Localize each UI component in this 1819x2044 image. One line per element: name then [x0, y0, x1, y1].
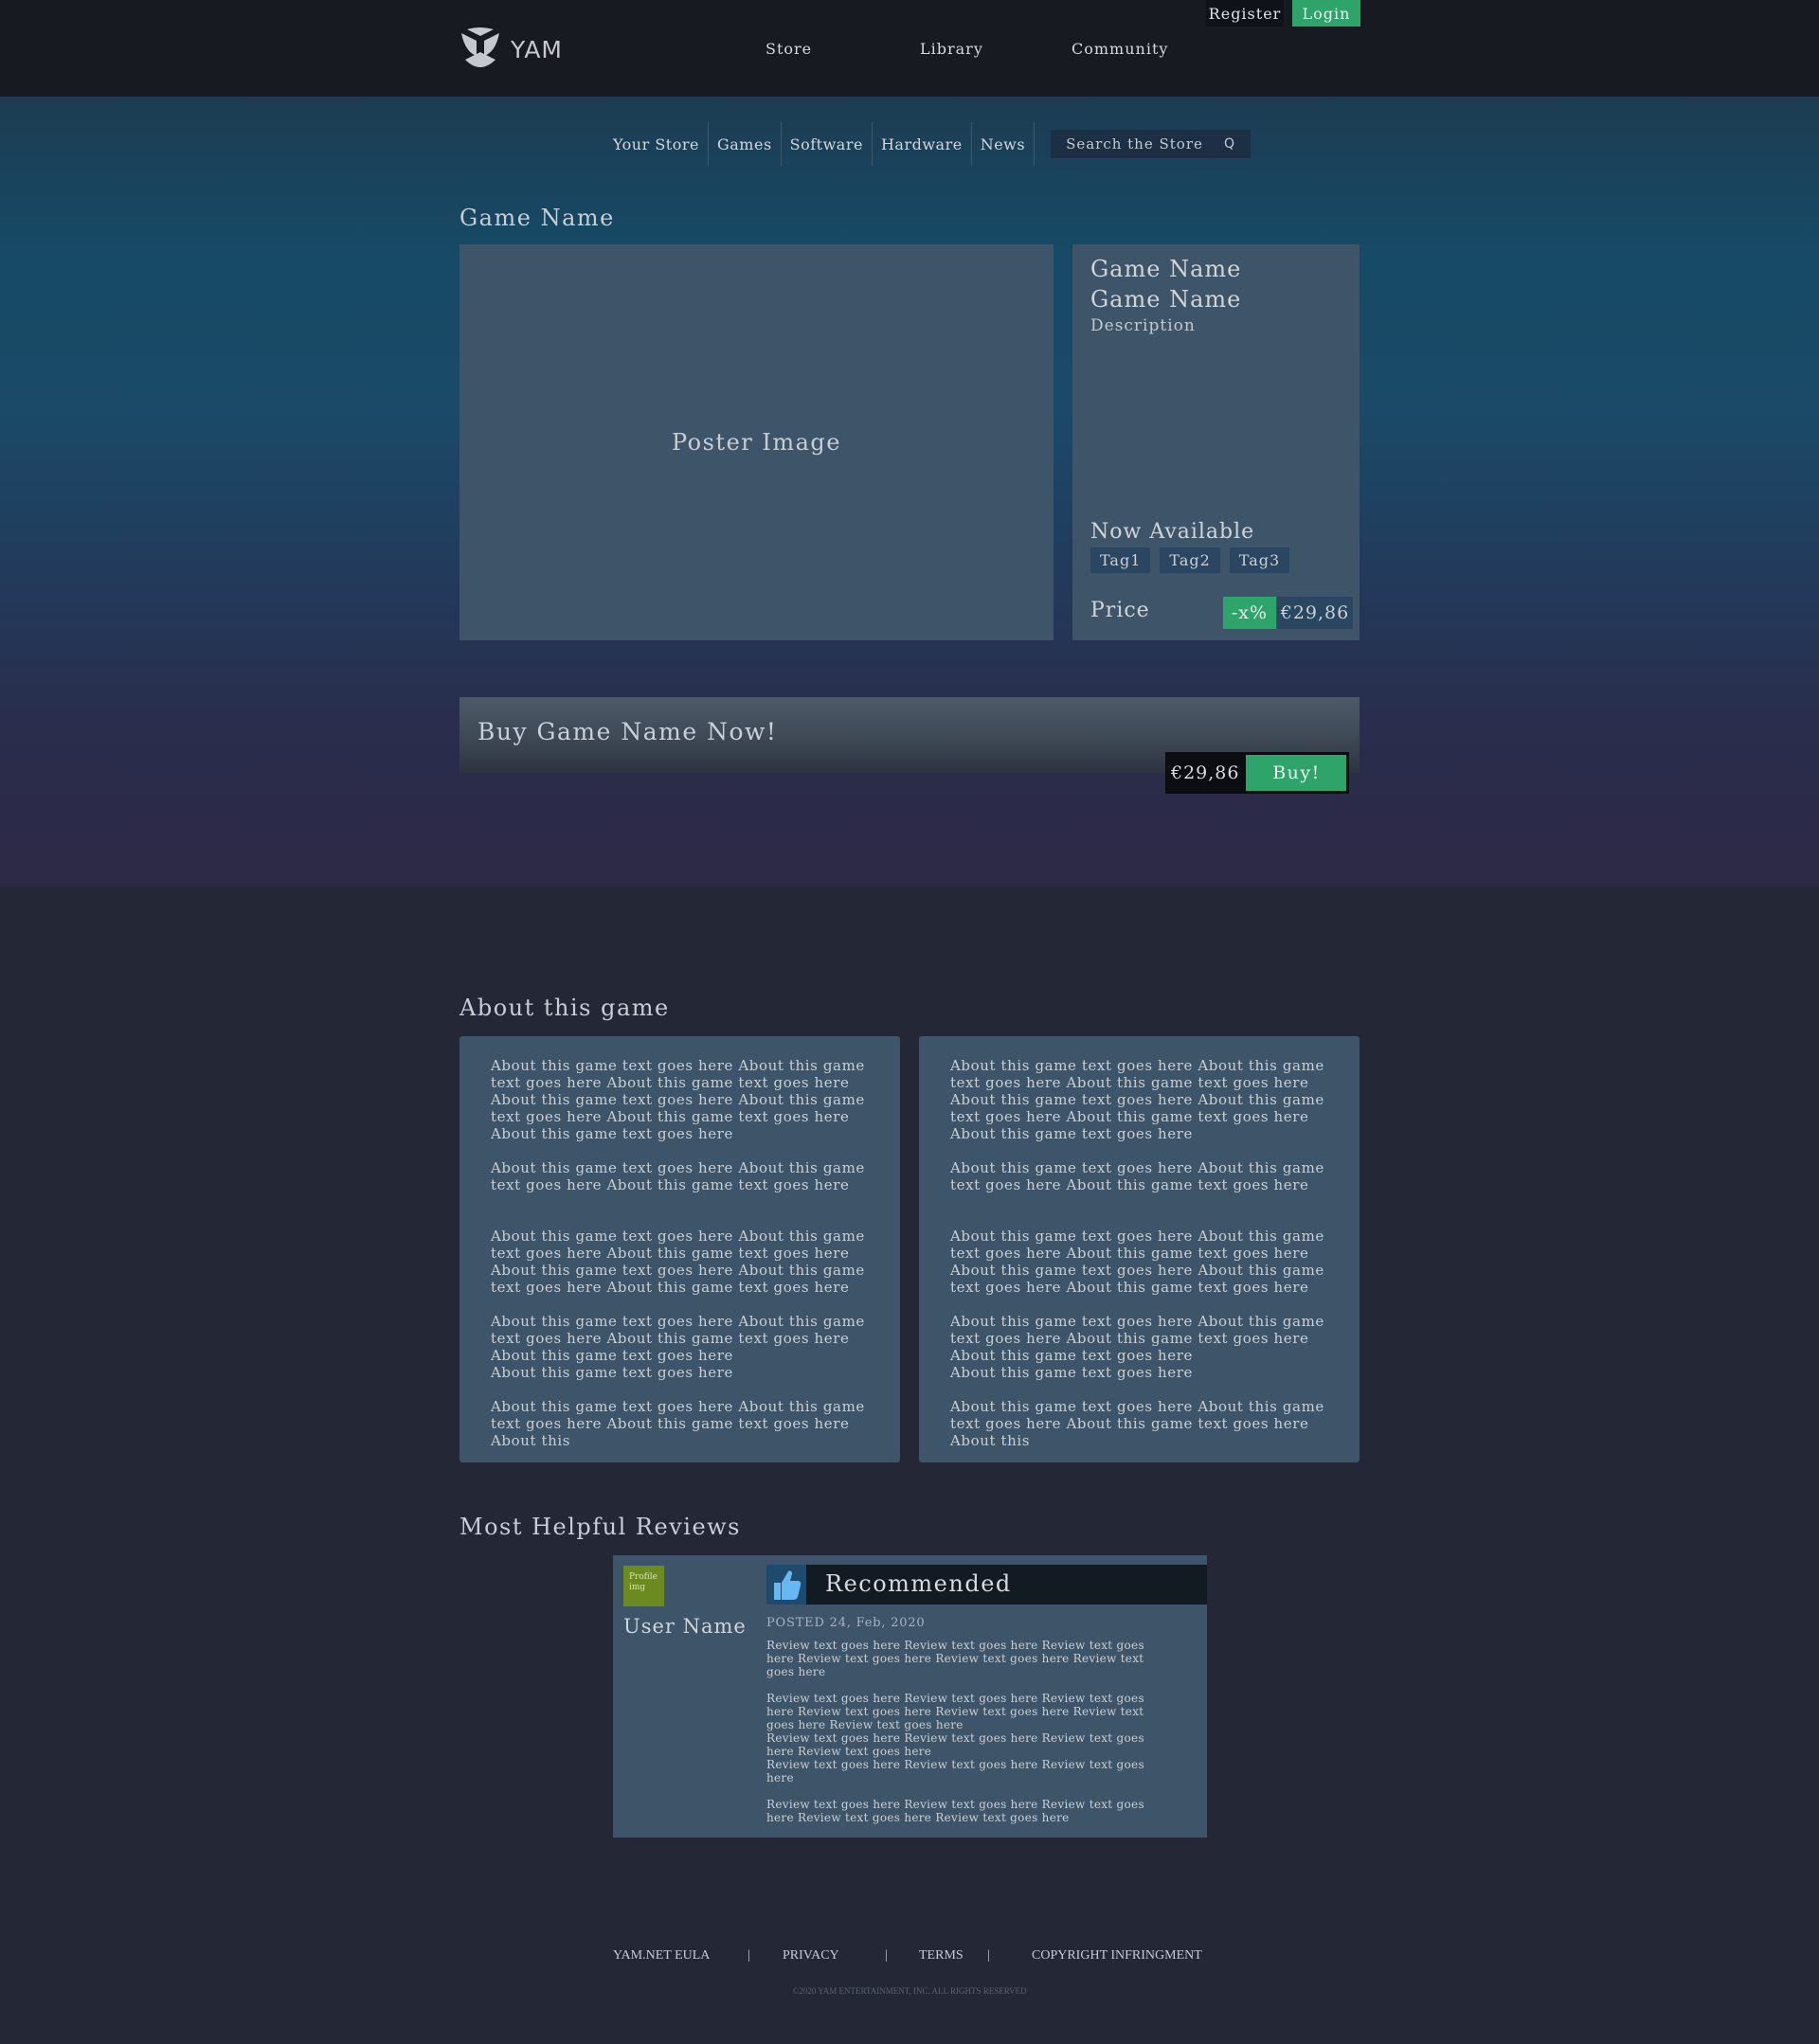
about-paragraph: About this game text goes here About thi…: [491, 1159, 865, 1193]
price-value: €29,86: [1277, 597, 1353, 629]
search-input[interactable]: Search the Store Q: [1051, 130, 1252, 158]
purchase-box: €29,86 Buy!: [1165, 752, 1350, 794]
subnav-your-store[interactable]: Your Store: [606, 122, 709, 166]
footer-link-copyright[interactable]: COPYRIGHT INFRINGMENT: [1032, 1948, 1202, 1963]
yam-logo-icon: [461, 27, 499, 67]
top-bar: YAM Store Library Community Register Log…: [0, 0, 1819, 97]
footer-separator: |: [987, 1948, 990, 1963]
poster-image[interactable]: Poster Image: [459, 244, 1054, 640]
search-icon[interactable]: Q: [1224, 136, 1235, 152]
nav-community[interactable]: Community: [1072, 40, 1168, 58]
review-paragraph: Review text goes here Review text goes h…: [766, 1758, 1144, 1784]
tag-list: Tag1 Tag2 Tag3: [1090, 547, 1290, 573]
buy-price: €29,86: [1171, 762, 1240, 783]
game-title: Game Name Game Name: [1090, 254, 1241, 314]
search-placeholder: Search the Store: [1066, 135, 1203, 152]
thumbs-up-icon: [766, 1565, 806, 1605]
availability-status: Now Available: [1090, 520, 1255, 544]
subnav-news[interactable]: News: [972, 122, 1036, 166]
review-card: Profile img User Name Recommended POSTED…: [613, 1555, 1207, 1838]
footer-link-privacy[interactable]: PRIVACY: [783, 1948, 839, 1963]
page-title: Game Name: [459, 205, 615, 231]
login-button[interactable]: Login: [1292, 0, 1360, 27]
review-paragraph: Review text goes here Review text goes h…: [766, 1731, 1144, 1758]
footer-link-eula[interactable]: YAM.NET EULA: [613, 1948, 710, 1963]
register-button[interactable]: Register: [1206, 0, 1284, 27]
about-paragraph: About this game text goes here About thi…: [950, 1313, 1324, 1364]
footer-link-terms[interactable]: TERMS: [919, 1948, 964, 1963]
review-paragraph: Review text goes here Review text goes h…: [766, 1639, 1144, 1678]
tag[interactable]: Tag1: [1090, 547, 1151, 573]
about-paragraph: About this game text goes here: [491, 1364, 734, 1381]
reviews-title: Most Helpful Reviews: [459, 1514, 741, 1540]
review-user-name[interactable]: User Name: [623, 1615, 747, 1638]
review-body: Review text goes here Review text goes h…: [766, 1639, 1174, 1838]
about-paragraph: About this game text goes here About thi…: [950, 1057, 1324, 1142]
about-card: About this game text goes here About thi…: [919, 1036, 1360, 1462]
review-date: POSTED 24, Feb, 2020: [766, 1616, 926, 1630]
footer-separator: |: [885, 1948, 888, 1963]
buy-title: Buy Game Name Now!: [477, 718, 778, 745]
subnav-software[interactable]: Software: [782, 122, 873, 166]
footer-separator: |: [747, 1948, 750, 1963]
nav-library[interactable]: Library: [920, 40, 983, 58]
game-info-panel: Game Name Game Name Description Now Avai…: [1072, 244, 1360, 640]
tag[interactable]: Tag2: [1160, 547, 1220, 573]
about-card: About this game text goes here About thi…: [459, 1036, 900, 1462]
logo[interactable]: YAM: [459, 27, 563, 71]
subnav-games[interactable]: Games: [709, 122, 782, 166]
about-paragraph: About this game text goes here About thi…: [950, 1159, 1324, 1193]
review-paragraph: Review text goes here Review text goes h…: [766, 1798, 1144, 1824]
recommendation-label: Recommended: [825, 1570, 1012, 1597]
nav-store[interactable]: Store: [765, 40, 812, 58]
about-paragraph: About this game text goes here About thi…: [950, 1228, 1324, 1296]
about-paragraph: About this game text goes here: [950, 1364, 1194, 1381]
buy-button[interactable]: Buy!: [1246, 755, 1347, 791]
about-paragraph: About this game text goes here About thi…: [491, 1398, 865, 1449]
recommendation-bar: Recommended: [766, 1565, 1207, 1605]
review-paragraph: Review text goes here Review text goes h…: [766, 1692, 1144, 1731]
about-paragraph: About this game text goes here About thi…: [491, 1228, 865, 1296]
subnav-hardware[interactable]: Hardware: [873, 122, 972, 166]
about-title: About this game: [459, 995, 670, 1021]
tag[interactable]: Tag3: [1229, 547, 1290, 573]
about-paragraph: About this game text goes here About thi…: [491, 1057, 865, 1142]
footer-links: YAM.NET EULA | PRIVACY | TERMS | COPYRIG…: [0, 1948, 1819, 1965]
game-title-line: Game Name: [1090, 256, 1242, 282]
logo-text: YAM: [511, 35, 564, 63]
game-description: Description: [1090, 316, 1196, 335]
about-paragraph: About this game text goes here About thi…: [491, 1313, 865, 1364]
game-title-line: Game Name: [1090, 286, 1242, 313]
avatar[interactable]: Profile img: [623, 1566, 664, 1606]
store-subnav: Your Store Games Software Hardware News …: [606, 122, 1252, 166]
price-label: Price: [1090, 599, 1150, 622]
poster-placeholder-text: Poster Image: [671, 429, 841, 456]
about-paragraph: About this game text goes here About thi…: [950, 1398, 1324, 1449]
discount-badge: -x%: [1223, 597, 1276, 629]
copyright-text: ©2020 YAM ENTERTAINMENT, INC. ALL RIGHTS…: [792, 1986, 1027, 1996]
